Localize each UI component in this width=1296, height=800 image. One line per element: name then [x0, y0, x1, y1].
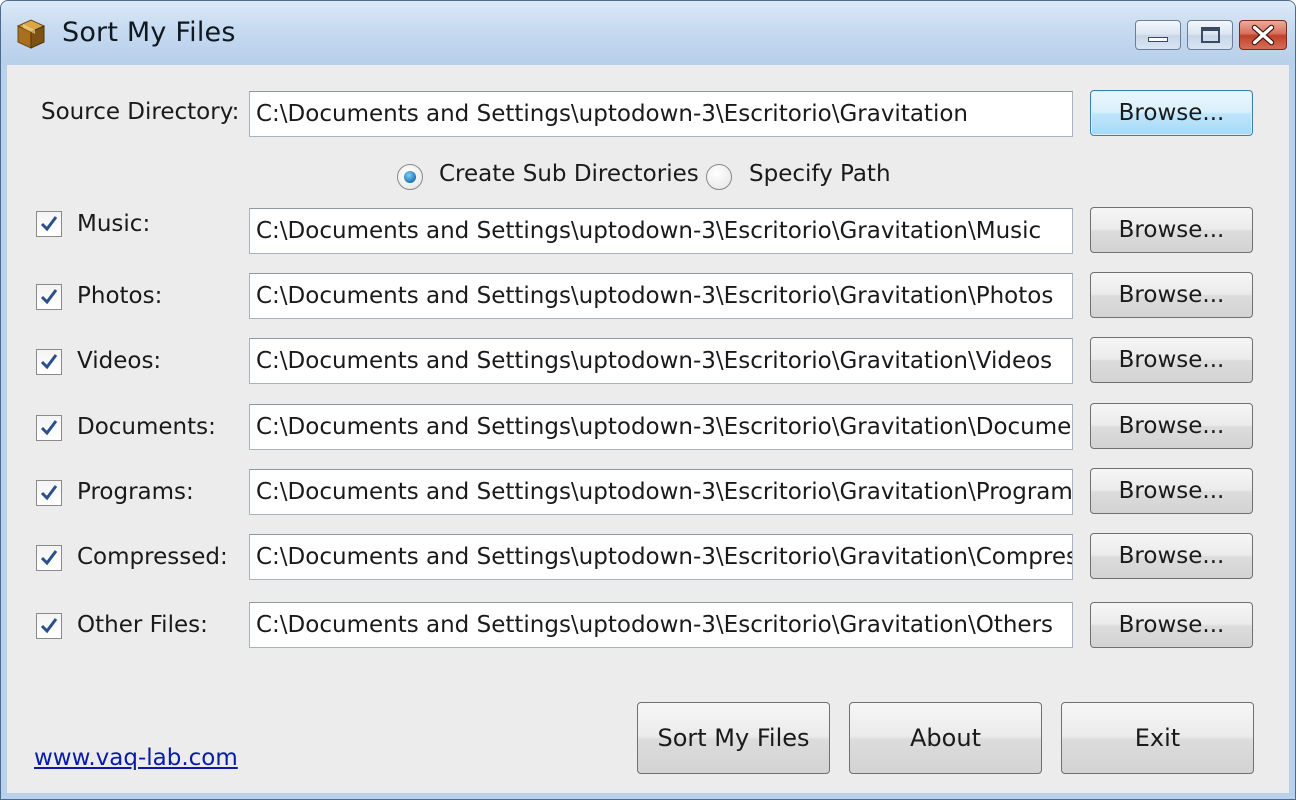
documents-label: Documents: [77, 414, 216, 440]
radio-selected-dot [404, 171, 416, 183]
window-title: Sort My Files [62, 17, 236, 48]
check-mark-icon [40, 289, 58, 305]
other-files-label: Other Files: [77, 612, 208, 638]
music-checkbox[interactable] [36, 211, 62, 237]
programs-browse-button[interactable]: Browse... [1090, 468, 1253, 514]
client-area: Source Directory: C:\Documents and Setti… [7, 65, 1289, 793]
compressed-checkbox[interactable] [36, 545, 62, 571]
compressed-browse-button[interactable]: Browse... [1090, 533, 1253, 579]
compressed-label: Compressed: [77, 544, 228, 570]
source-directory-field[interactable]: C:\Documents and Settings\uptodown-3\Esc… [249, 91, 1073, 137]
exit-button[interactable]: Exit [1061, 702, 1254, 774]
source-browse-button[interactable]: Browse... [1090, 90, 1253, 136]
videos-path-field[interactable]: C:\Documents and Settings\uptodown-3\Esc… [249, 338, 1073, 384]
photos-label: Photos: [77, 283, 163, 309]
photos-checkbox[interactable] [36, 284, 62, 310]
videos-browse-button[interactable]: Browse... [1090, 337, 1253, 383]
compressed-path-field[interactable]: C:\Documents and Settings\uptodown-3\Esc… [249, 534, 1073, 580]
specify-path-label[interactable]: Specify Path [749, 161, 891, 187]
videos-label: Videos: [77, 348, 162, 374]
create-sub-directories-label[interactable]: Create Sub Directories [439, 161, 699, 187]
programs-label: Programs: [77, 479, 194, 505]
documents-browse-button[interactable]: Browse... [1090, 403, 1253, 449]
music-browse-button[interactable]: Browse... [1090, 207, 1253, 253]
close-icon [1251, 24, 1275, 46]
app-window: Sort My Files Source Directory: C:\Docum… [0, 0, 1296, 800]
maximize-icon [1201, 27, 1220, 43]
programs-checkbox[interactable] [36, 480, 62, 506]
check-mark-icon [40, 354, 58, 370]
close-button[interactable] [1239, 20, 1287, 50]
maximize-button[interactable] [1187, 20, 1233, 50]
photos-path-field[interactable]: C:\Documents and Settings\uptodown-3\Esc… [249, 273, 1073, 319]
website-link[interactable]: www.vaq-lab.com [34, 745, 238, 771]
check-mark-icon [40, 420, 58, 436]
music-label: Music: [77, 211, 151, 237]
source-directory-label: Source Directory: [41, 99, 240, 125]
title-bar[interactable]: Sort My Files [1, 1, 1295, 65]
specify-path-radio[interactable] [706, 164, 732, 190]
videos-checkbox[interactable] [36, 349, 62, 375]
programs-path-field[interactable]: C:\Documents and Settings\uptodown-3\Esc… [249, 469, 1073, 515]
check-mark-icon [40, 550, 58, 566]
about-button[interactable]: About [849, 702, 1042, 774]
other-files-browse-button[interactable]: Browse... [1090, 602, 1253, 648]
check-mark-icon [40, 618, 58, 634]
other-files-path-field[interactable]: C:\Documents and Settings\uptodown-3\Esc… [249, 602, 1073, 648]
box-icon [15, 17, 47, 51]
check-mark-icon [40, 485, 58, 501]
music-path-field[interactable]: C:\Documents and Settings\uptodown-3\Esc… [249, 208, 1073, 254]
sort-my-files-button[interactable]: Sort My Files [637, 702, 830, 774]
documents-path-field[interactable]: C:\Documents and Settings\uptodown-3\Esc… [249, 404, 1073, 450]
check-mark-icon [40, 216, 58, 232]
minimize-button[interactable] [1135, 20, 1181, 50]
minimize-icon [1148, 37, 1168, 42]
other-files-checkbox[interactable] [36, 613, 62, 639]
photos-browse-button[interactable]: Browse... [1090, 272, 1253, 318]
documents-checkbox[interactable] [36, 415, 62, 441]
create-sub-directories-radio[interactable] [397, 164, 423, 190]
